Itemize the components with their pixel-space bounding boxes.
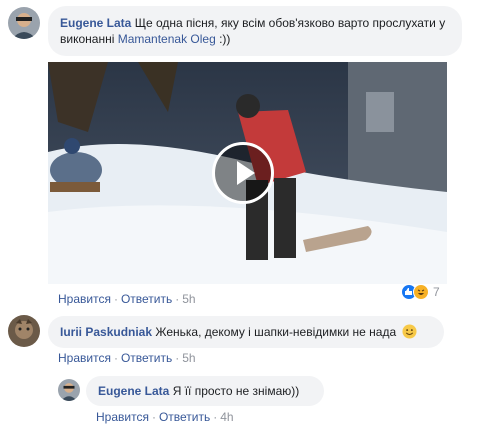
comment-author[interactable]: Eugene Lata — [60, 16, 131, 30]
comment-bubble: Iurii Paskudniak Женька, декому і шапки-… — [48, 316, 444, 348]
reply-link[interactable]: Ответить — [121, 292, 172, 306]
smile-emoji-icon — [402, 324, 418, 339]
play-button[interactable] — [212, 142, 274, 204]
avatar-iurii-paskudniak[interactable] — [8, 315, 40, 347]
video-preview[interactable] — [48, 62, 447, 284]
comment-time[interactable]: 5h — [182, 351, 195, 365]
comment-text: Женька, декому і шапки-невідимки не нада — [155, 325, 397, 339]
comment-time[interactable]: 5h — [182, 292, 195, 306]
reply-link[interactable]: Ответить — [159, 410, 210, 424]
reply-link[interactable]: Ответить — [121, 351, 172, 365]
avatar-eugene-lata[interactable] — [8, 7, 40, 39]
haha-reaction-icon — [413, 284, 429, 300]
like-link[interactable]: Нравится — [58, 351, 111, 365]
comment-bubble: Eugene Lata Ще одна пісня, яку всім обов… — [48, 6, 462, 56]
comment-actions: Нравится · Ответить · 5h — [58, 292, 196, 306]
reply-actions: Нравится · Ответить · 4h — [96, 410, 234, 424]
reply-bubble: Eugene Lata Я її просто не знімаю)) — [86, 376, 324, 406]
reply-time[interactable]: 4h — [220, 410, 233, 424]
avatar-eugene-lata-reply[interactable] — [58, 379, 80, 401]
like-link[interactable]: Нравится — [96, 410, 149, 424]
comment-actions: Нравится · Ответить · 5h — [58, 351, 196, 365]
like-link[interactable]: Нравится — [58, 292, 111, 306]
reply-text: Я її просто не знімаю)) — [172, 384, 300, 398]
reaction-summary[interactable]: 7 — [401, 282, 440, 302]
play-icon — [237, 161, 255, 185]
comment-text-suffix: :)) — [215, 32, 231, 46]
reply-author[interactable]: Eugene Lata — [98, 384, 169, 398]
comment-author[interactable]: Iurii Paskudniak — [60, 325, 152, 339]
comment-mention-link[interactable]: Mamantenak Oleg — [118, 32, 216, 46]
reaction-count: 7 — [433, 285, 440, 299]
